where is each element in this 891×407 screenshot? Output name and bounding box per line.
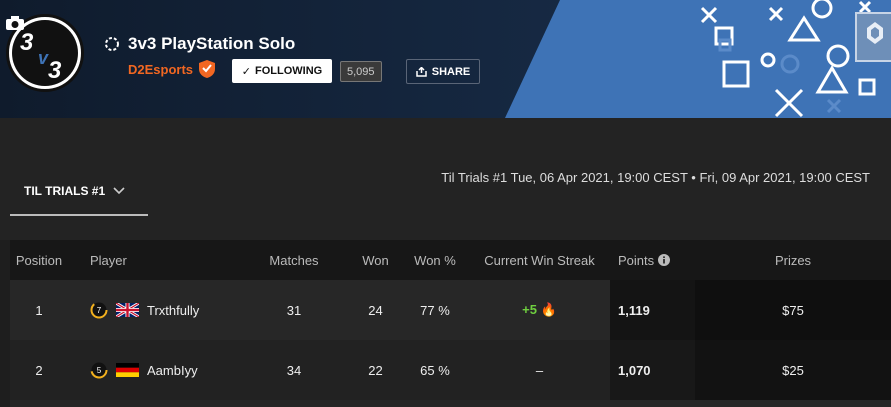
level-badge-icon: 5 [90,361,108,379]
chevron-down-icon [113,187,125,195]
page-title: 3v3 PlayStation Solo [128,34,296,53]
camera-icon[interactable] [6,16,24,30]
col-position[interactable]: Position [10,253,68,268]
share-label: SHARE [431,65,471,78]
player-name[interactable]: Trxthfully [147,303,199,318]
row-won: 22 [368,362,383,378]
row-matches: 34 [286,362,302,378]
germany-flag-icon [116,363,139,377]
row-position: 1 [35,302,43,318]
tournament-header: 3 v 3 3v3 PlayStation Solo D2Esports ✓ F… [0,0,891,118]
check-icon: ✓ [241,65,251,78]
event-dates: Til Trials #1 Tue, 06 Apr 2021, 19:00 CE… [441,170,870,185]
organizer-link[interactable]: D2Esports [128,62,193,77]
table-header: Position Player Matches Won Won % Curren… [10,240,891,280]
svg-text:3: 3 [48,57,62,84]
svg-text:7: 7 [97,306,102,315]
stage-bar: TIL TRIALS #1 Til Trials #1 Tue, 06 Apr … [0,118,891,240]
level-badge-icon: 7 [90,301,108,319]
row-streak: +5 🔥 [469,302,610,318]
stage-tab-label: TIL TRIALS #1 [24,184,106,198]
col-won[interactable]: Won [350,253,401,268]
streak-value: +5 [522,302,537,317]
col-matches[interactable]: Matches [238,253,350,268]
loading-icon [105,37,119,51]
following-button[interactable]: ✓ FOLLOWING [232,59,332,83]
row-won: 24 [368,302,383,318]
col-won-pct[interactable]: Won % [401,253,469,268]
uk-flag-icon [116,303,139,317]
col-prizes[interactable]: Prizes [695,240,891,280]
col-points-label: Points [618,252,655,268]
active-tab-indicator [10,214,148,216]
fire-icon: 🔥 [540,302,557,317]
row-won-pct: 65 % [420,362,450,378]
row-prize: $75 [695,280,891,340]
row-streak: – [535,362,544,378]
game-thumbnail[interactable] [855,12,891,62]
standings-table: Position Player Matches Won Won % Curren… [10,240,891,407]
svg-text:5: 5 [97,366,102,375]
following-label: FOLLOWING [255,65,323,77]
row-points: 1,070 [610,340,695,400]
row-position: 2 [35,362,43,378]
share-icon [415,66,427,77]
row-points: 1,119 [610,280,695,340]
share-button[interactable]: SHARE [406,59,480,84]
table-row[interactable]: 1 7 Trxthfully 31 24 77 % +5 🔥 1,119 $75 [10,280,891,340]
player-name[interactable]: AambIyy [147,363,198,378]
stage-tab-dropdown[interactable]: TIL TRIALS #1 [24,184,125,198]
row-matches: 31 [286,302,302,318]
follower-count: 5,095 [340,61,382,82]
row-prize: $25 [695,340,891,400]
table-row-partial [10,400,891,407]
table-row[interactable]: 2 5 AambIyy 34 22 65 % – 1,070 $25 [10,340,891,400]
info-icon[interactable] [658,254,671,266]
row-won-pct: 77 % [420,302,450,318]
col-streak[interactable]: Current Win Streak [469,253,610,268]
col-player[interactable]: Player [68,253,238,268]
verified-shield-icon [199,60,216,78]
svg-text:3: 3 [20,29,34,56]
col-points[interactable]: Points [610,240,695,280]
